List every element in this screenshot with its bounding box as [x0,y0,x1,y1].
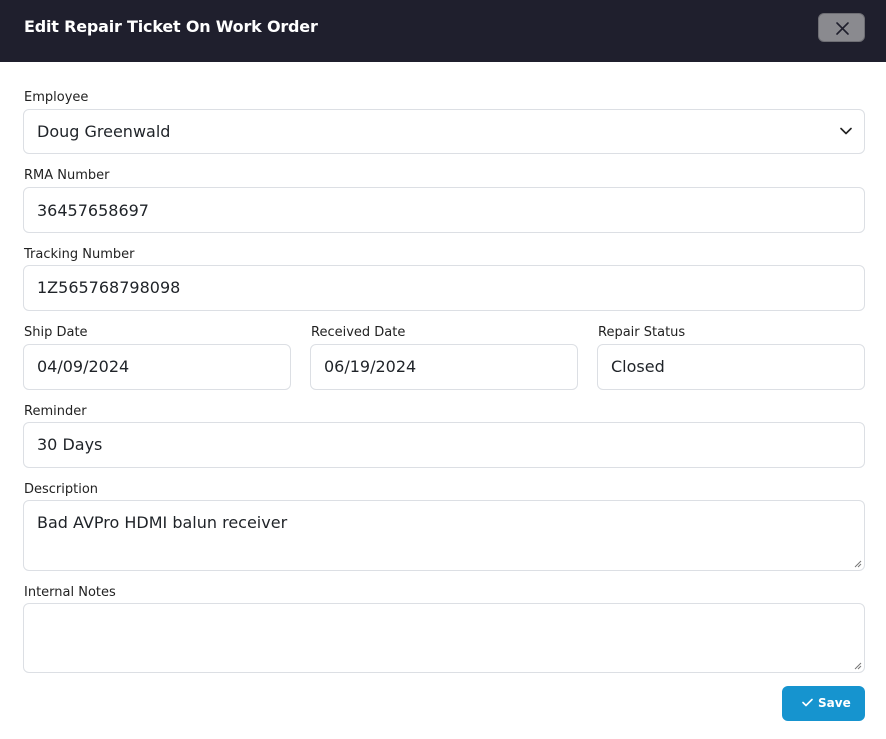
dialog-title: Edit Repair Ticket On Work Order [24,17,318,36]
edit-repair-ticket-dialog: Edit Repair Ticket On Work Order Employe… [0,0,886,739]
reminder-input[interactable]: 30 Days [23,422,865,468]
chevron-down-icon [840,127,852,135]
ship-date-input[interactable]: 04/09/2024 [23,344,291,390]
internal-notes-textarea[interactable] [23,603,865,673]
received-date-input[interactable]: 06/19/2024 [310,344,578,390]
employee-value: Doug Greenwald [37,122,171,141]
tracking-number-input[interactable]: 1Z565768798098 [23,265,865,311]
save-button[interactable]: Save [782,686,865,721]
repair-status-input[interactable]: Closed [597,344,865,390]
save-button-label: Save [818,696,851,710]
description-value: Bad AVPro HDMI balun receiver [37,513,288,532]
close-icon [836,22,849,35]
resize-grip-icon[interactable] [853,559,862,568]
reminder-value: 30 Days [37,435,103,454]
internal-notes-label: Internal Notes [24,585,116,600]
description-label: Description [24,482,99,497]
ship-date-value: 04/09/2024 [37,357,130,376]
tracking-number-label: Tracking Number [24,247,135,262]
repair-status-label: Repair Status [598,325,686,340]
employee-select[interactable]: Doug Greenwald [23,109,865,154]
tracking-number-value: 1Z565768798098 [37,278,181,297]
rma-number-label: RMA Number [24,168,110,183]
dialog-header: Edit Repair Ticket On Work Order [0,0,886,62]
close-button[interactable] [818,13,865,42]
resize-grip-icon[interactable] [853,661,862,670]
rma-number-value: 36457658697 [37,201,149,220]
received-date-value: 06/19/2024 [324,357,417,376]
received-date-label: Received Date [311,325,406,340]
rma-number-input[interactable]: 36457658697 [23,187,865,233]
ship-date-label: Ship Date [24,325,88,340]
reminder-label: Reminder [24,404,87,419]
employee-label: Employee [24,90,89,105]
repair-status-value: Closed [611,357,665,376]
description-textarea[interactable]: Bad AVPro HDMI balun receiver [23,500,865,571]
check-icon [802,698,813,707]
